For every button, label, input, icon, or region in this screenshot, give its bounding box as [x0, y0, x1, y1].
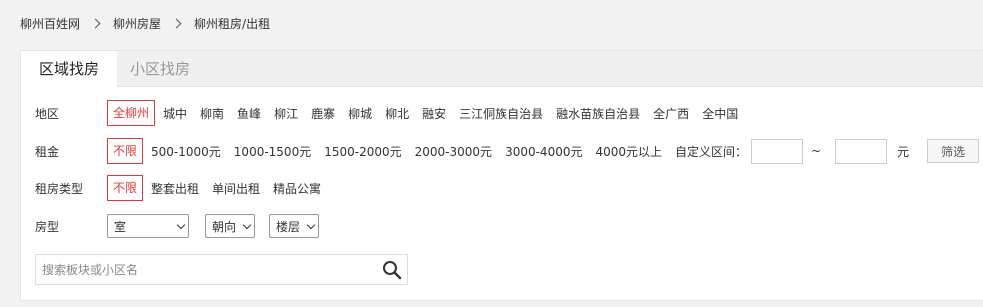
region-option-selected[interactable]: 全柳州: [107, 100, 156, 126]
room-select[interactable]: 室: [107, 214, 189, 238]
rent-option[interactable]: 1000-1500元: [234, 143, 311, 160]
rent-min-input[interactable]: [751, 138, 804, 164]
floor-select-value: 楼层: [276, 219, 301, 234]
breadcrumb: 柳州百姓网 柳州房屋 柳州租房/出租: [20, 14, 270, 32]
floor-select[interactable]: 楼层: [269, 214, 319, 238]
region-label: 地区: [35, 106, 60, 121]
layout-filter-row: 房型 室 朝向 楼层: [35, 213, 335, 239]
filter-button[interactable]: 筛选: [927, 139, 980, 163]
chevron-down-icon: [176, 220, 186, 229]
region-filter-row: 地区 全柳州 城中 柳南 鱼峰 柳江 鹿寨 柳城 柳北 融安 三江侗族自治县 融…: [35, 100, 751, 126]
breadcrumb-item-housing[interactable]: 柳州房屋: [113, 15, 161, 32]
rent-type-option[interactable]: 精品公寓: [273, 180, 321, 197]
tab-bar: 区域找房 小区找房: [21, 51, 983, 88]
breadcrumb-item-rental[interactable]: 柳州租房/出租: [194, 15, 270, 32]
tab-area-search[interactable]: 区域找房: [21, 51, 117, 88]
rent-max-input[interactable]: [835, 138, 888, 164]
rent-unit: 元: [897, 144, 910, 159]
rent-option[interactable]: 3000-4000元: [505, 143, 582, 160]
chevron-right-icon: [171, 18, 182, 28]
chevron-down-icon: [242, 220, 252, 229]
breadcrumb-item-city[interactable]: 柳州百姓网: [20, 15, 80, 32]
custom-range-label: 自定义区间：: [675, 144, 748, 159]
region-option[interactable]: 三江侗族自治县: [459, 105, 543, 122]
search-icon[interactable]: [377, 255, 407, 285]
rent-option[interactable]: 4000元以上: [595, 143, 662, 160]
rent-option[interactable]: 500-1000元: [151, 143, 221, 160]
region-option[interactable]: 柳城: [348, 105, 372, 122]
rent-type-filter-row: 租房类型 不限 整套出租 单间出租 精品公寓: [35, 175, 334, 201]
orientation-select-value: 朝向: [212, 219, 237, 234]
rent-option[interactable]: 1500-2000元: [324, 143, 401, 160]
chevron-right-icon: [90, 18, 101, 28]
search-box[interactable]: 搜索板块或小区名: [35, 254, 408, 285]
rent-option-selected[interactable]: 不限: [107, 138, 144, 164]
tab-community-search[interactable]: 小区找房: [117, 51, 203, 87]
region-option[interactable]: 柳南: [200, 105, 224, 122]
region-option[interactable]: 全广西: [653, 105, 689, 122]
range-separator: ~: [811, 144, 822, 158]
layout-label: 房型: [35, 219, 60, 234]
rent-type-label: 租房类型: [35, 181, 84, 196]
rent-type-option-selected[interactable]: 不限: [107, 175, 144, 201]
region-option[interactable]: 柳北: [385, 105, 409, 122]
rent-type-option[interactable]: 单间出租: [212, 180, 260, 197]
rent-type-option[interactable]: 整套出租: [151, 180, 199, 197]
rent-filter-row: 租金 不限 500-1000元 1000-1500元 1500-2000元 20…: [35, 138, 980, 164]
region-option[interactable]: 鹿寨: [311, 105, 335, 122]
region-option[interactable]: 柳江: [274, 105, 298, 122]
region-option[interactable]: 鱼峰: [237, 105, 261, 122]
rent-option[interactable]: 2000-3000元: [415, 143, 492, 160]
chevron-down-icon: [306, 220, 316, 229]
region-option[interactable]: 融水苗族自治县: [556, 105, 640, 122]
region-option[interactable]: 融安: [422, 105, 446, 122]
region-option[interactable]: 城中: [163, 105, 187, 122]
region-option[interactable]: 全中国: [702, 105, 738, 122]
search-input[interactable]: 搜索板块或小区名: [36, 261, 377, 278]
orientation-select[interactable]: 朝向: [205, 214, 255, 238]
room-select-value: 室: [114, 219, 127, 234]
filter-panel: 区域找房 小区找房 地区 全柳州 城中 柳南 鱼峰 柳江 鹿寨 柳城 柳北 融安…: [20, 50, 983, 301]
rent-label: 租金: [35, 144, 60, 159]
